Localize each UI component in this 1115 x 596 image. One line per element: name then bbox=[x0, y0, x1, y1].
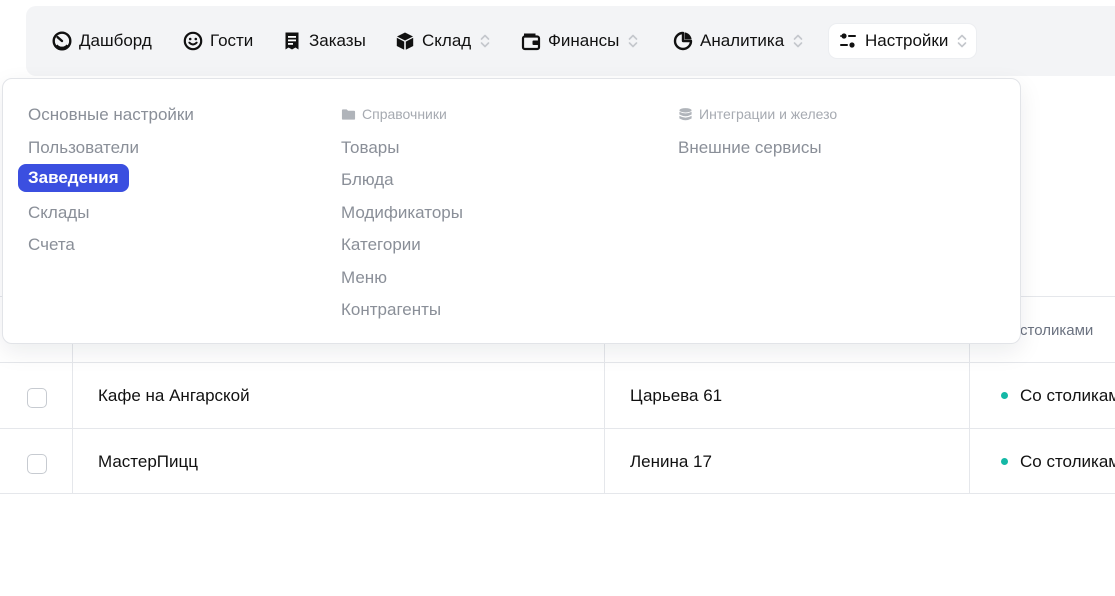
row-checkbox[interactable] bbox=[27, 454, 47, 474]
status-dot bbox=[1001, 392, 1008, 399]
row-checkbox[interactable] bbox=[27, 388, 47, 408]
menu-item-main-settings[interactable]: Основные настройки bbox=[28, 105, 194, 125]
status-dot bbox=[1001, 458, 1008, 465]
gauge-icon bbox=[52, 31, 72, 51]
nav-label: Настройки bbox=[865, 31, 949, 50]
sliders-icon bbox=[840, 33, 856, 48]
folder-icon bbox=[341, 108, 356, 120]
menu-item-menu[interactable]: Меню bbox=[341, 268, 387, 288]
nav-label: Склад bbox=[422, 31, 472, 50]
menu-item-categories[interactable]: Категории bbox=[341, 235, 421, 255]
nav-item-warehouse[interactable]: Склад bbox=[386, 24, 499, 58]
top-navigation: Дашборд Гости Заказы Склад Финансы Анали… bbox=[26, 6, 1115, 76]
venue-address: Ленина 17 bbox=[630, 452, 712, 471]
menu-item-users[interactable]: Пользователи bbox=[28, 138, 139, 158]
group-heading-label: Интеграции и железо bbox=[699, 106, 838, 122]
nav-label: Заказы bbox=[309, 31, 366, 50]
menu-item-venues[interactable]: Заведения bbox=[18, 164, 129, 192]
venue-name[interactable]: МастерПицц bbox=[98, 452, 198, 472]
menu-item-products[interactable]: Товары bbox=[341, 138, 399, 158]
menu-item-modifiers[interactable]: Модификаторы bbox=[341, 203, 463, 223]
nav-label: Дашборд bbox=[79, 31, 152, 50]
chevron-updown-icon bbox=[629, 34, 638, 48]
chart-pie-icon bbox=[673, 31, 693, 51]
venue-type: Со столиками bbox=[1020, 386, 1115, 405]
table-row-border bbox=[0, 428, 1115, 429]
venue-type: Со столиками bbox=[1020, 452, 1115, 471]
nav-item-dashboard[interactable]: Дашборд bbox=[43, 24, 161, 58]
app-screen: столиками Кафе на Ангарской Царьева 61 С… bbox=[0, 0, 1115, 596]
nav-label: Финансы bbox=[548, 31, 620, 50]
database-icon bbox=[679, 107, 692, 120]
settings-dropdown: Основные настройки Пользователи Заведени… bbox=[2, 78, 1021, 344]
nav-item-finance[interactable]: Финансы bbox=[512, 24, 647, 58]
nav-item-analytics[interactable]: Аналитика bbox=[664, 24, 812, 58]
table-bottom-border bbox=[0, 493, 1115, 494]
chevron-updown-icon bbox=[793, 34, 803, 48]
nav-item-orders[interactable]: Заказы bbox=[273, 24, 375, 58]
group-heading-label: Справочники bbox=[362, 106, 447, 122]
menu-item-accounts[interactable]: Счета bbox=[28, 235, 75, 255]
menu-item-warehouses[interactable]: Склады bbox=[28, 203, 89, 223]
smiley-icon bbox=[183, 31, 203, 51]
wallet-icon bbox=[521, 33, 541, 51]
column-header-type[interactable]: столиками bbox=[1020, 322, 1093, 339]
nav-label: Гости bbox=[210, 31, 254, 50]
group-heading-integrations: Интеграции и железо bbox=[678, 106, 837, 122]
chevron-updown-icon bbox=[480, 34, 490, 48]
nav-label: Аналитика bbox=[700, 31, 785, 50]
group-heading-references: Справочники bbox=[341, 106, 447, 122]
menu-item-external-services[interactable]: Внешние сервисы bbox=[678, 138, 822, 158]
venue-name[interactable]: Кафе на Ангарской bbox=[98, 386, 250, 406]
nav-item-guests[interactable]: Гости bbox=[174, 24, 262, 58]
venue-address: Царьева 61 bbox=[630, 386, 723, 405]
nav-item-settings[interactable]: Настройки bbox=[829, 24, 977, 58]
receipt-icon bbox=[285, 32, 299, 50]
box-icon bbox=[396, 32, 414, 50]
table-header-border bbox=[0, 362, 1115, 363]
chevron-updown-icon bbox=[958, 34, 967, 48]
menu-item-dishes[interactable]: Блюда bbox=[341, 170, 394, 190]
menu-item-contractors[interactable]: Контрагенты bbox=[341, 300, 441, 320]
